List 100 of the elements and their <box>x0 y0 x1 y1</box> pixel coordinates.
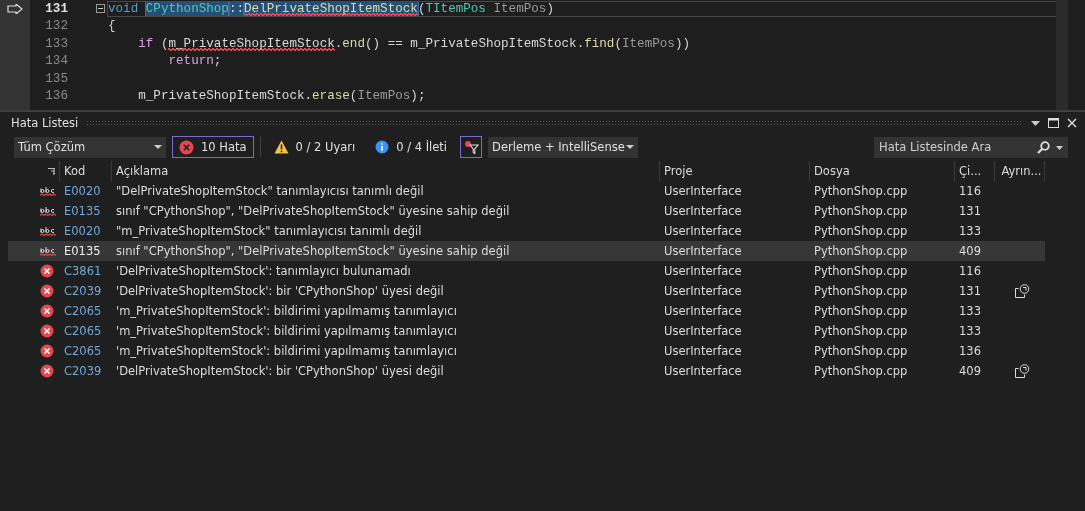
close-icon[interactable] <box>1067 118 1077 128</box>
error-code-link[interactable]: E0135 <box>64 244 101 258</box>
line-number: 136 <box>44 89 68 104</box>
project-name: UserInterface <box>664 324 742 338</box>
column-header[interactable]: Dosya <box>814 164 850 178</box>
file-name: PythonShop.cpp <box>814 284 908 298</box>
error-row[interactable]: C2065 'm_PrivateShopItemStock': bildirimi yapılmamış tanımlayıcı UserInterface PythonShop.cpp 133 <box>8 321 1085 341</box>
details-popup-icon[interactable] <box>1014 364 1030 378</box>
project-name: UserInterface <box>664 224 742 238</box>
line-number: 134 <box>44 54 68 69</box>
error-icon <box>40 344 54 358</box>
error-icon <box>40 364 54 378</box>
panel-title: Hata Listesi <box>11 116 79 130</box>
project-name: UserInterface <box>664 364 742 378</box>
column-filter-icon[interactable] <box>48 167 55 175</box>
project-name: UserInterface <box>664 284 742 298</box>
line-number: 131 <box>44 1 68 16</box>
column-header[interactable]: Ayrın... <box>1001 164 1042 178</box>
error-row[interactable]: E0135 sınıf "CPythonShop", "DelPrivateShopItemStock" üyesine sahip değil UserInterface PythonShop.cpp 131 <box>8 201 1085 221</box>
line-number: 116 <box>959 184 981 198</box>
code-line: if (m_PrivateShopItemStock.end() == m_PrivateShopItemStock.find(ItemPos)) <box>137 36 690 51</box>
filter-toggle-button[interactable] <box>460 136 483 158</box>
file-name: PythonShop.cpp <box>814 184 908 198</box>
error-description: "m_PrivateShopItemStock" tanımlayıcısı tanımlı değil <box>116 224 422 238</box>
error-code-link[interactable]: E0135 <box>64 204 101 218</box>
collapse-icon[interactable] <box>96 4 105 14</box>
caret-icon <box>626 145 635 149</box>
line-number: 133 <box>959 324 981 338</box>
filter-icon <box>463 139 479 155</box>
line-number: 131 <box>959 284 981 298</box>
code-line: { <box>108 19 116 34</box>
error-code-link[interactable]: C2065 <box>64 324 102 338</box>
line-number: 136 <box>959 344 981 358</box>
project-name: UserInterface <box>664 264 742 278</box>
file-name: PythonShop.cpp <box>814 264 908 278</box>
line-number: 131 <box>959 204 981 218</box>
error-description: sınıf "CPythonShop", "DelPrivateShopItemStock" üyesine sahip değil <box>116 204 510 218</box>
line-number: 116 <box>959 264 981 278</box>
line-number: 133 <box>959 304 981 318</box>
error-row[interactable]: C2065 'm_PrivateShopItemStock': bildirimi yapılmamış tanımlayıcı UserInterface PythonShop.cpp 133 <box>8 301 1085 321</box>
search-field[interactable]: Hata Listesinde Ara <box>874 136 1068 158</box>
project-name: UserInterface <box>664 304 742 318</box>
code-line: return; <box>167 54 222 69</box>
error-description: 'm_PrivateShopItemStock': bildirimi yapılmamış tanımlayıcı <box>116 344 457 358</box>
line-number: 409 <box>959 364 981 378</box>
error-description: "DelPrivateShopItemStock" tanımlayıcısı tanımlı değil <box>116 184 424 198</box>
spelling-squiggle-icon <box>40 185 56 197</box>
line-number: 135 <box>44 71 68 86</box>
error-code-link[interactable]: C2039 <box>64 364 102 378</box>
vertical-scrollbar[interactable] <box>1056 0 1068 110</box>
error-code-link[interactable]: E0020 <box>64 224 101 238</box>
column-header[interactable]: Açıklama <box>116 164 169 178</box>
line-number: 132 <box>44 19 68 34</box>
spelling-squiggle-icon <box>40 205 56 217</box>
scope-dropdown[interactable]: Tüm Çözüm <box>14 136 166 158</box>
error-row[interactable]: C2065 'm_PrivateShopItemStock': bildirimi yapılmamış tanımlayıcı UserInterface PythonShop.cpp 136 <box>8 341 1085 361</box>
error-description: 'DelPrivateShopItemStock': bir 'CPythonShop' üyesi değil <box>116 364 444 378</box>
error-code-link[interactable]: C2065 <box>64 304 102 318</box>
filter-button[interactable]: 10 Hata <box>172 136 254 158</box>
column-header[interactable]: Proje <box>664 164 693 178</box>
filter-button[interactable]: 0 / 2 Uyarı <box>266 136 363 158</box>
column-header[interactable]: Kod <box>64 164 86 178</box>
project-name: UserInterface <box>664 344 742 358</box>
spelling-squiggle-icon <box>40 225 56 237</box>
file-name: PythonShop.cpp <box>814 324 908 338</box>
error-code-link[interactable]: C3861 <box>64 264 102 278</box>
column-header[interactable]: Çi... <box>959 164 982 178</box>
error-icon <box>179 139 194 155</box>
filter-button[interactable]: 0 / 4 İleti <box>368 136 455 158</box>
dropdown-caret-icon[interactable] <box>1031 120 1040 126</box>
error-description: 'DelPrivateShopItemStock': bir 'CPythonShop' üyesi değil <box>116 284 444 298</box>
error-row[interactable]: C3861 'DelPrivateShopItemStock': tanımlayıcı bulunamadı UserInterface PythonShop.cpp 116 <box>8 261 1085 281</box>
error-row[interactable]: E0020 "DelPrivateShopItemStock" tanımlayıcısı tanımlı değil UserInterface PythonShop.cpp 116 <box>8 181 1085 201</box>
error-code-link[interactable]: C2039 <box>64 284 102 298</box>
error-row[interactable]: E0135 sınıf "CPythonShop", "DelPrivateShopItemStock" üyesine sahip değil UserInterface PythonShop.cpp 409 <box>8 241 1045 261</box>
error-icon <box>40 304 54 318</box>
error-row[interactable]: C2039 'DelPrivateShopItemStock': bir 'CPythonShop' üyesi değil UserInterface PythonShop.cpp 131 <box>8 281 1085 301</box>
file-name: PythonShop.cpp <box>814 364 908 378</box>
error-row[interactable]: E0020 "m_PrivateShopItemStock" tanımlayıcısı tanımlı değil UserInterface PythonShop.cpp 133 <box>8 221 1085 241</box>
error-row[interactable]: C2039 'DelPrivateShopItemStock': bir 'CPythonShop' üyesi değil UserInterface PythonShop.cpp 409 <box>8 361 1085 381</box>
error-description: 'm_PrivateShopItemStock': bildirimi yapılmamış tanımlayıcı <box>116 324 457 338</box>
error-code-link[interactable]: C2065 <box>64 344 102 358</box>
details-popup-icon[interactable] <box>1014 284 1030 298</box>
caret-icon <box>154 145 162 149</box>
spelling-squiggle-icon <box>40 245 56 257</box>
error-icon <box>40 264 54 278</box>
file-name: PythonShop.cpp <box>814 204 908 218</box>
source-dropdown[interactable]: Derleme + IntelliSense <box>488 136 639 158</box>
file-name: PythonShop.cpp <box>814 304 908 318</box>
line-number: 409 <box>959 244 981 258</box>
error-description: 'DelPrivateShopItemStock': tanımlayıcı bulunamadı <box>116 264 411 278</box>
error-description: 'm_PrivateShopItemStock': bildirimi yapılmamış tanımlayıcı <box>116 304 457 318</box>
error-description: sınıf "CPythonShop", "DelPrivateShopItemStock" üyesine sahip değil <box>116 244 510 258</box>
project-name: UserInterface <box>664 244 742 258</box>
file-name: PythonShop.cpp <box>814 244 908 258</box>
line-number: 133 <box>959 224 981 238</box>
error-icon <box>40 284 54 298</box>
error-code-link[interactable]: E0020 <box>64 184 101 198</box>
maximize-icon[interactable] <box>1048 118 1059 128</box>
code-line: void CPythonShop::DelPrivateShopItemStock(TItemPos ItemPos) <box>108 1 1056 16</box>
